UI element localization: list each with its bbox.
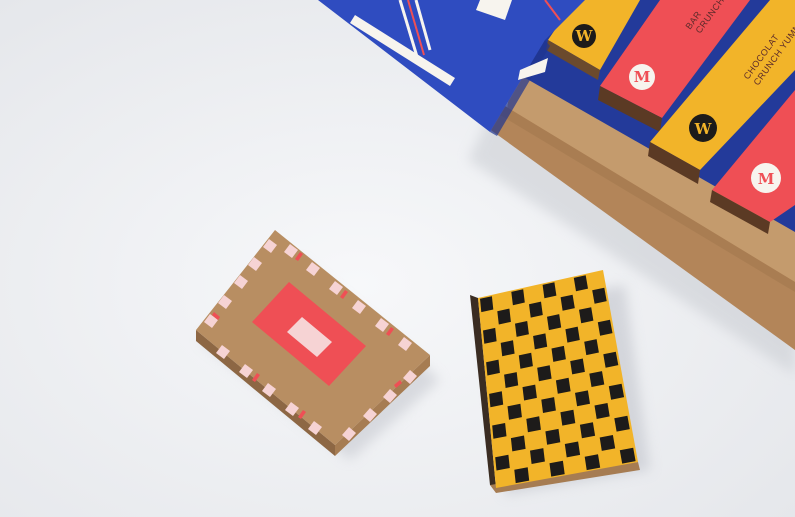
checker-square <box>529 301 543 318</box>
checker-square <box>518 352 533 369</box>
checker-square <box>575 390 590 407</box>
checker-square <box>584 454 601 471</box>
checker-square <box>500 340 515 357</box>
small-box-checker <box>470 270 650 495</box>
logo-mark: W <box>694 120 713 138</box>
checker-square <box>492 423 507 439</box>
checker-square <box>560 294 575 311</box>
checker-square <box>486 359 500 376</box>
checker-square <box>510 435 526 452</box>
checker-square <box>507 403 522 420</box>
checker-square <box>483 327 497 344</box>
checker-square <box>592 287 607 304</box>
checker-square <box>614 415 630 432</box>
checker-square <box>530 448 545 464</box>
checker-square <box>489 391 504 408</box>
checker-square <box>579 422 596 439</box>
logo-mark: M <box>634 68 651 86</box>
product-photo: W M BAR CRUNCH YUMMY W CHOCOLAT CRUNCH Y… <box>0 0 795 517</box>
checker-square <box>495 454 510 471</box>
checker-square <box>497 308 511 325</box>
checker-square <box>537 365 552 382</box>
checker-square <box>570 358 585 375</box>
checker-square <box>573 275 588 292</box>
checker-square <box>594 403 610 419</box>
checker-square <box>555 377 571 394</box>
checker-square <box>589 371 605 387</box>
checker-square <box>608 383 625 400</box>
checker-square <box>511 289 525 306</box>
checker-square <box>603 351 619 368</box>
checker-square <box>565 326 580 343</box>
checker-square <box>597 319 613 336</box>
checker-square <box>514 467 530 484</box>
checker-square <box>619 447 636 464</box>
logo-mark: W <box>575 27 594 45</box>
checker-square <box>542 282 557 299</box>
checker-square <box>551 345 566 362</box>
checker-square <box>547 314 562 331</box>
checker-square <box>480 296 494 313</box>
logo-mark: M <box>758 170 775 188</box>
checker-square <box>560 409 576 426</box>
checker-square <box>526 416 541 433</box>
checker-square <box>533 333 548 350</box>
checker-square <box>564 441 581 458</box>
checker-square <box>545 428 561 445</box>
checker-square <box>522 384 537 401</box>
checker-square <box>515 321 529 337</box>
checker-square <box>541 397 556 413</box>
checker-square <box>504 372 519 388</box>
checker-square <box>579 307 594 324</box>
checker-square <box>584 339 599 356</box>
checker-square <box>549 460 565 477</box>
checker-square <box>599 435 616 451</box>
